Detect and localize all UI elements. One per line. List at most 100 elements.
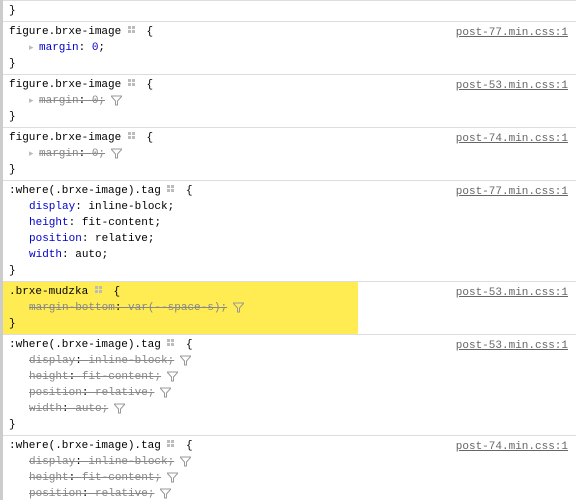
css-rule[interactable]: post-74.min.css:1 :where(.brxe-image).tag… xyxy=(3,436,576,500)
rule-footer: } xyxy=(9,56,570,72)
css-value[interactable]: var(--space-s) xyxy=(128,302,220,314)
colon: : xyxy=(69,472,82,484)
filter-icon[interactable] xyxy=(111,95,122,106)
css-declaration[interactable]: margin: 0; xyxy=(9,40,570,56)
css-declaration[interactable]: position: relative; xyxy=(9,385,570,401)
colon: : xyxy=(82,233,95,245)
rule-footer: } xyxy=(9,263,570,279)
selector-specificity-icon[interactable] xyxy=(128,132,140,142)
css-declaration[interactable]: display: inline-block; xyxy=(9,454,570,470)
filter-icon[interactable] xyxy=(180,355,191,366)
stylesheet-source-link[interactable]: post-74.min.css:1 xyxy=(456,131,568,147)
expand-shorthand-icon[interactable] xyxy=(29,40,39,56)
filter-icon[interactable] xyxy=(167,371,178,382)
css-value[interactable]: inline-block xyxy=(88,201,167,213)
selector-specificity-icon[interactable] xyxy=(128,79,140,89)
rule-close-brace: } xyxy=(9,111,16,123)
semicolon: ; xyxy=(98,148,105,160)
css-value[interactable]: fit-content xyxy=(82,472,155,484)
selector-specificity-icon[interactable] xyxy=(167,339,179,349)
filter-icon[interactable] xyxy=(160,387,171,398)
filter-icon[interactable] xyxy=(160,488,171,499)
expand-shorthand-icon[interactable] xyxy=(29,146,39,162)
css-property[interactable]: height xyxy=(29,472,69,484)
filter-icon[interactable] xyxy=(233,302,244,313)
css-property[interactable]: margin xyxy=(39,42,79,54)
css-property[interactable]: position xyxy=(29,488,82,500)
css-rule[interactable]: post-77.min.css:1 :where(.brxe-image).tag… xyxy=(3,181,576,282)
css-rule[interactable]: post-53.min.css:1figure.brxe-image {marg… xyxy=(3,75,576,128)
css-value[interactable]: auto xyxy=(75,403,101,415)
css-declaration[interactable]: height: fit-content; xyxy=(9,215,570,231)
stylesheet-source-link[interactable]: post-74.min.css:1 xyxy=(456,439,568,455)
css-property[interactable]: height xyxy=(29,371,69,383)
css-property[interactable]: margin xyxy=(39,95,79,107)
css-declaration[interactable]: display: inline-block; xyxy=(9,199,570,215)
css-value[interactable]: relative xyxy=(95,233,148,245)
css-value[interactable]: inline-block xyxy=(88,456,167,468)
colon: : xyxy=(69,217,82,229)
css-property[interactable]: display xyxy=(29,201,75,213)
css-declaration[interactable]: position: relative; xyxy=(9,486,570,500)
css-value[interactable]: fit-content xyxy=(82,371,155,383)
stylesheet-source-link[interactable]: post-77.min.css:1 xyxy=(456,25,568,41)
css-declaration[interactable]: margin: 0; xyxy=(9,93,570,109)
css-rule[interactable]: } xyxy=(3,1,576,22)
stylesheet-source-link[interactable]: post-53.min.css:1 xyxy=(456,285,568,301)
css-property[interactable]: width xyxy=(29,249,62,261)
filter-icon[interactable] xyxy=(111,148,122,159)
css-declaration[interactable]: height: fit-content; xyxy=(9,470,570,486)
filter-icon[interactable] xyxy=(180,456,191,467)
colon: : xyxy=(79,42,92,54)
highlighted-rule-box[interactable]: .brxe-mudzka {margin-bottom: var(--space… xyxy=(3,282,358,334)
css-value[interactable]: inline-block xyxy=(88,355,167,367)
colon: : xyxy=(69,371,82,383)
css-declaration[interactable]: margin-bottom: var(--space-s); xyxy=(9,300,352,316)
expand-shorthand-icon[interactable] xyxy=(29,93,39,109)
css-value[interactable]: relative xyxy=(95,387,148,399)
css-property[interactable]: display xyxy=(29,456,75,468)
css-declaration[interactable]: width: auto; xyxy=(9,401,570,417)
css-rule[interactable]: post-53.min.css:1 :where(.brxe-image).tag… xyxy=(3,335,576,436)
css-declaration[interactable]: margin: 0; xyxy=(9,146,570,162)
semicolon: ; xyxy=(168,201,175,213)
semicolon: ; xyxy=(102,249,109,261)
css-property[interactable]: margin-bottom xyxy=(29,302,115,314)
css-property[interactable]: display xyxy=(29,355,75,367)
rule-selector[interactable]: figure.brxe-image xyxy=(9,26,121,38)
css-value[interactable]: relative xyxy=(95,488,148,500)
css-property[interactable]: margin xyxy=(39,148,79,160)
semicolon: ; xyxy=(148,387,155,399)
css-declaration[interactable]: width: auto; xyxy=(9,247,570,263)
stylesheet-source-link[interactable]: post-53.min.css:1 xyxy=(456,78,568,94)
stylesheet-source-link[interactable]: post-53.min.css:1 xyxy=(456,338,568,354)
rule-selector[interactable]: :where(.brxe-image).tag xyxy=(9,440,161,452)
css-value[interactable]: auto xyxy=(75,249,101,261)
rule-header[interactable]: .brxe-mudzka { xyxy=(9,284,352,300)
selector-specificity-icon[interactable] xyxy=(167,185,179,195)
css-declaration[interactable]: height: fit-content; xyxy=(9,369,570,385)
css-property[interactable]: height xyxy=(29,217,69,229)
rule-open-brace: { xyxy=(113,286,120,298)
rule-selector[interactable]: .brxe-mudzka xyxy=(9,286,88,298)
css-value[interactable]: fit-content xyxy=(82,217,155,229)
css-rule[interactable]: post-53.min.css:1.brxe-mudzka {margin-bo… xyxy=(3,282,576,335)
stylesheet-source-link[interactable]: post-77.min.css:1 xyxy=(456,184,568,200)
filter-icon[interactable] xyxy=(114,403,125,414)
rule-selector[interactable]: :where(.brxe-image).tag xyxy=(9,185,161,197)
selector-specificity-icon[interactable] xyxy=(128,26,140,36)
css-declaration[interactable]: position: relative; xyxy=(9,231,570,247)
selector-specificity-icon[interactable] xyxy=(167,440,179,450)
css-rule[interactable]: post-77.min.css:1figure.brxe-image {marg… xyxy=(3,22,576,75)
css-property[interactable]: position xyxy=(29,233,82,245)
css-rule[interactable]: post-74.min.css:1figure.brxe-image {marg… xyxy=(3,128,576,181)
selector-specificity-icon[interactable] xyxy=(95,286,107,296)
rule-selector[interactable]: figure.brxe-image xyxy=(9,132,121,144)
rule-selector[interactable]: :where(.brxe-image).tag xyxy=(9,339,161,351)
rule-selector[interactable]: figure.brxe-image xyxy=(9,79,121,91)
css-property[interactable]: position xyxy=(29,387,82,399)
css-property[interactable]: width xyxy=(29,403,62,415)
rule-footer: } xyxy=(9,316,352,332)
css-declaration[interactable]: display: inline-block; xyxy=(9,353,570,369)
filter-icon[interactable] xyxy=(167,472,178,483)
